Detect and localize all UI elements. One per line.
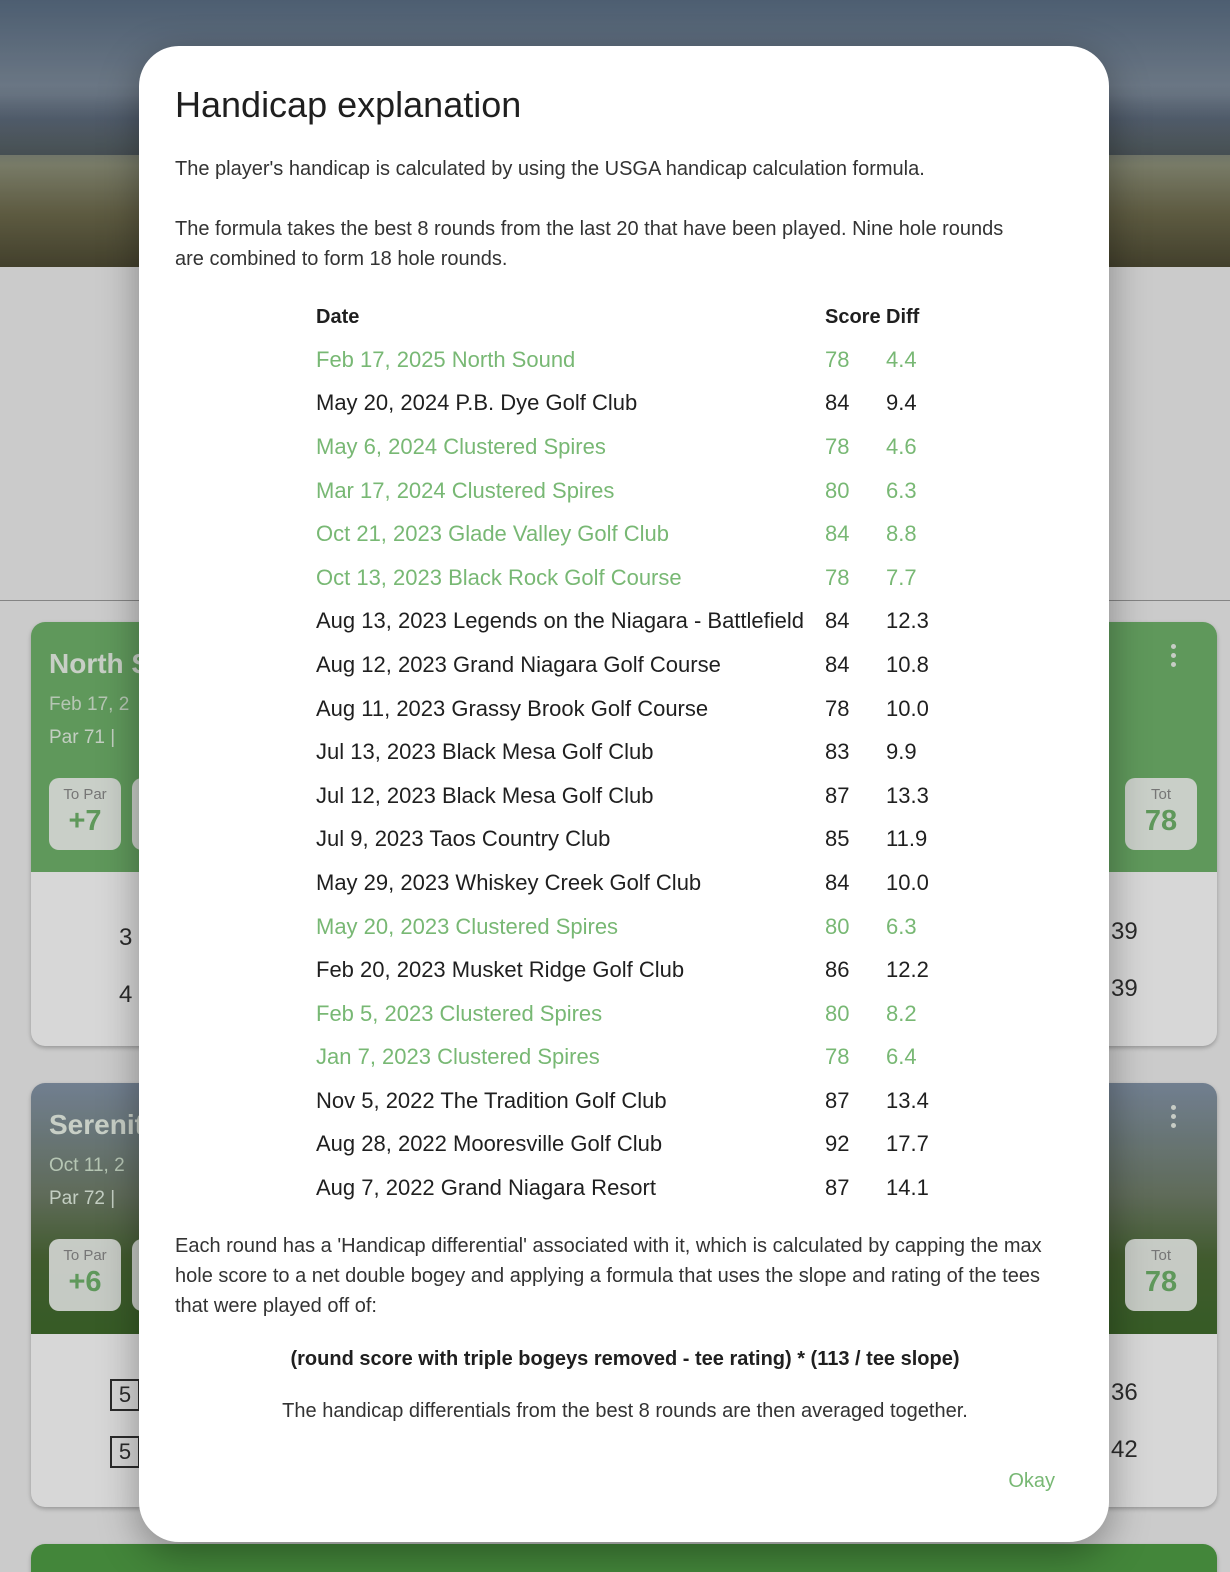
dialog-content[interactable]: The player's handicap is calculated by u… [175,154,1055,1421]
round-date-course: Mar 17, 2024 Clustered Spires [316,477,615,503]
table-row: Jul 13, 2023 Black Mesa Golf Club 83 9.9 [316,730,956,774]
table-row: Aug 12, 2023 Grand Niagara Golf Course 84… [316,643,956,687]
table-row-best: May 20, 2023 Clustered Spires 80 6.3 [316,905,956,949]
round-differential: 8.2 [886,1000,917,1026]
table-row: May 29, 2023 Whiskey Creek Golf Club 84 10… [316,861,956,905]
averaged-note: The handicap differentials from the best… [282,1400,968,1421]
table-row-best: Oct 21, 2023 Glade Valley Golf Club 84 8.8 [316,512,956,556]
round-differential: 4.4 [886,346,917,372]
round-date-course: Aug 28, 2022 Mooresville Golf Club [316,1131,663,1157]
okay-button[interactable]: Okay [1008,1470,1055,1493]
round-score: 84 [825,608,850,634]
round-date-course: Oct 21, 2023 Glade Valley Golf Club [316,521,670,547]
table-row-best: Oct 13, 2023 Black Rock Golf Course 78 7.7 [316,556,956,600]
round-date-course: May 20, 2024 P.B. Dye Golf Club [316,390,638,416]
round-differential: 6.3 [886,913,917,939]
table-row-best: Mar 17, 2024 Clustered Spires 80 6.3 [316,469,956,513]
differential-description: Each round has a 'Handicap differential'… [175,1235,1042,1317]
table-row-best: Feb 17, 2025 North Sound 78 4.4 [316,338,956,382]
round-date-course: Feb 17, 2025 North Sound [316,346,576,372]
round-date-course: Aug 12, 2023 Grand Niagara Golf Course [316,651,721,677]
round-score: 85 [825,826,850,852]
round-differential: 12.2 [886,957,929,983]
round-score: 80 [825,913,850,939]
round-date-course: Jul 12, 2023 Black Mesa Golf Club [316,782,654,808]
table-header-row: Date Score Diff [316,296,956,338]
round-score: 78 [825,346,850,372]
table-row: May 20, 2024 P.B. Dye Golf Club 84 9.4 [316,382,956,426]
round-differential: 6.3 [886,477,917,503]
round-date-course: Oct 13, 2023 Black Rock Golf Course [316,564,682,590]
round-score: 78 [825,695,850,721]
round-differential: 10.8 [886,651,929,677]
round-score: 87 [825,1175,850,1201]
round-score: 84 [825,651,850,677]
score-column-header: Score [825,305,881,328]
round-score: 87 [825,782,850,808]
table-row-best: Jan 7, 2023 Clustered Spires 78 6.4 [316,1036,956,1080]
round-differential: 10.0 [886,695,929,721]
table-row: Nov 5, 2022 The Tradition Golf Club 87 13.… [316,1079,956,1123]
dialog-title: Handicap explanation [175,84,522,125]
round-differential: 13.4 [886,1087,929,1113]
round-date-course: May 6, 2024 Clustered Spires [316,433,606,459]
round-date-course: Jul 13, 2023 Black Mesa Golf Club [316,739,654,765]
round-differential: 8.8 [886,521,917,547]
table-row-best: Feb 5, 2023 Clustered Spires 80 8.2 [316,992,956,1036]
round-score: 80 [825,477,850,503]
table-row-best: May 6, 2024 Clustered Spires 78 4.6 [316,425,956,469]
round-score: 84 [825,521,850,547]
round-date-course: Feb 20, 2023 Musket Ridge Golf Club [316,957,685,983]
round-score: 87 [825,1087,850,1113]
round-differential: 9.9 [886,739,917,765]
round-score: 78 [825,1044,850,1070]
diff-column-header: Diff [886,305,920,328]
rounds-table: Date Score Diff Feb 17, 2025 North Sound… [316,296,956,1210]
differential-formula: (round score with triple bogeys removed … [290,1348,960,1370]
round-differential: 13.3 [886,782,929,808]
round-differential: 4.6 [886,433,917,459]
round-differential: 14.1 [886,1175,929,1201]
round-score: 92 [825,1131,850,1157]
round-score: 86 [825,957,850,983]
round-differential: 6.4 [886,1044,917,1070]
round-date-course: Jul 9, 2023 Taos Country Club [316,826,611,852]
round-differential: 9.4 [886,390,917,416]
round-date-course: May 29, 2023 Whiskey Creek Golf Club [316,869,702,895]
round-date-course: Aug 11, 2023 Grassy Brook Golf Course [316,695,709,721]
round-date-course: Aug 13, 2023 Legends on the Niagara - Ba… [316,608,805,634]
table-row: Jul 9, 2023 Taos Country Club 85 11.9 [316,818,956,862]
handicap-dialog: Handicap explanation The player's handic… [139,46,1109,1542]
round-date-course: Jan 7, 2023 Clustered Spires [316,1044,600,1070]
round-score: 78 [825,433,850,459]
table-row: Aug 28, 2022 Mooresville Golf Club 92 17.7 [316,1123,956,1167]
round-differential: 17.7 [886,1131,929,1157]
round-score: 84 [825,869,850,895]
intro-text: The player's handicap is calculated by u… [175,158,925,180]
round-date-course: May 20, 2023 Clustered Spires [316,913,619,939]
table-row: Aug 7, 2022 Grand Niagara Resort 87 14.1 [316,1166,956,1210]
round-differential: 12.3 [886,608,929,634]
round-score: 84 [825,390,850,416]
round-score: 83 [825,739,850,765]
table-row: Jul 12, 2023 Black Mesa Golf Club 87 13.3 [316,774,956,818]
round-differential: 7.7 [886,564,917,590]
round-date-course: Feb 5, 2023 Clustered Spires [316,1000,603,1026]
date-column-header: Date [316,305,360,328]
round-score: 80 [825,1000,850,1026]
table-row: Aug 11, 2023 Grassy Brook Golf Course 78 1… [316,687,956,731]
round-differential: 11.9 [886,826,928,852]
round-date-course: Nov 5, 2022 The Tradition Golf Club [316,1087,667,1113]
round-score: 78 [825,564,850,590]
round-differential: 10.0 [886,869,929,895]
table-row: Aug 13, 2023 Legends on the Niagara - Ba… [316,600,956,644]
table-row: Feb 20, 2023 Musket Ridge Golf Club 86 12.… [316,948,956,992]
round-date-course: Aug 7, 2022 Grand Niagara Resort [316,1175,656,1201]
formula-description: The formula takes the best 8 rounds from… [175,218,1004,270]
